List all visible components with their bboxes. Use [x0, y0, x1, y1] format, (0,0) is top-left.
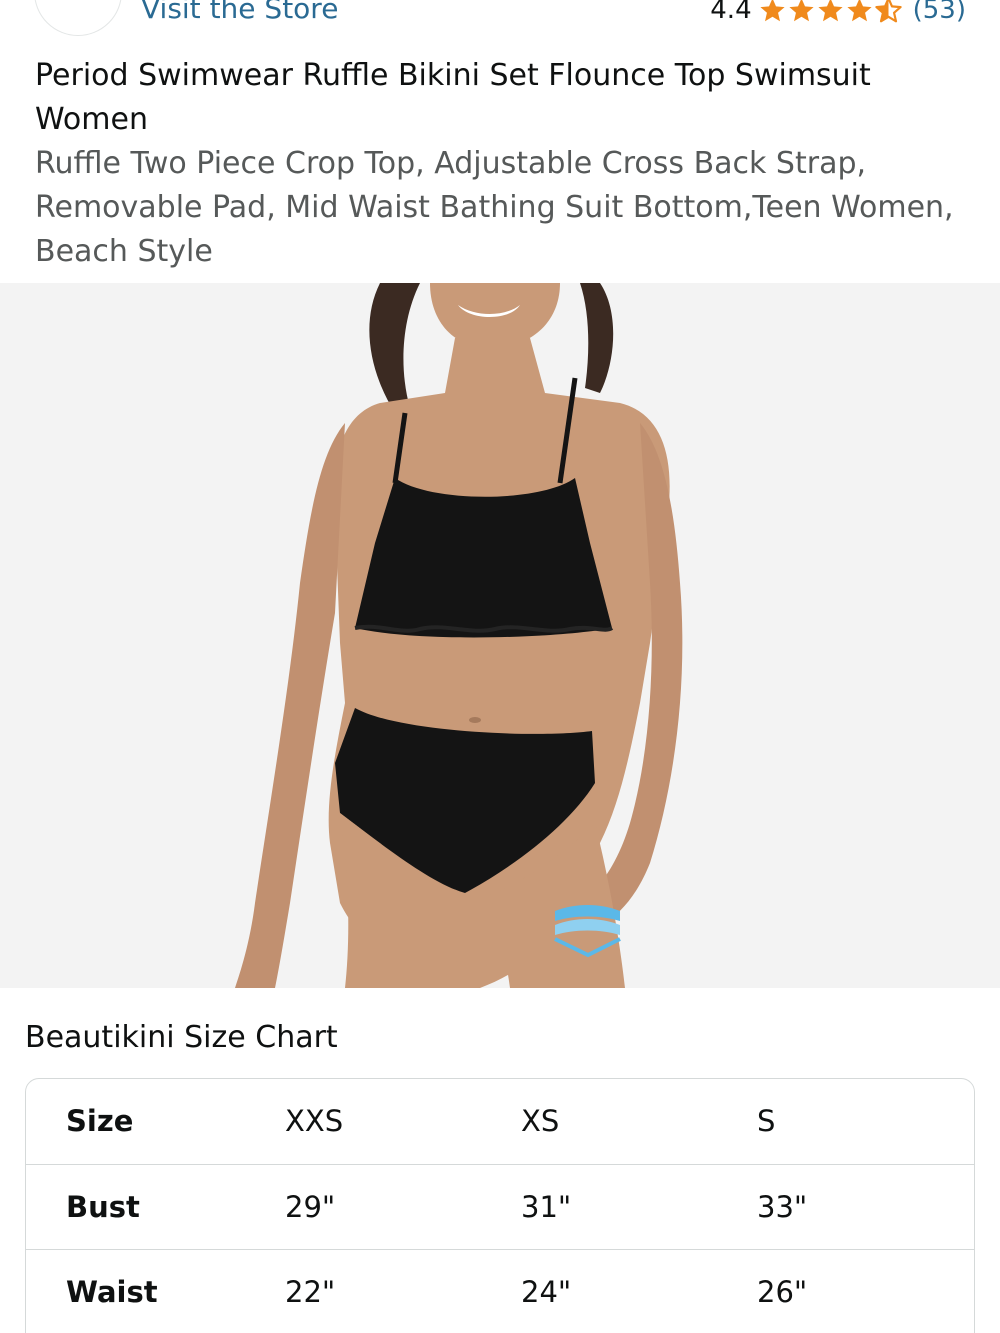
star-full-icon [760, 0, 785, 21]
bust-xxs: 29" [285, 1190, 336, 1224]
row-label-size: Size [66, 1104, 134, 1138]
star-half-icon [874, 0, 902, 22]
row-label-bust: Bust [66, 1190, 140, 1224]
model-illustration [0, 283, 1000, 988]
product-detail-page: Visit the Store 4.4 (53) Period Swimwear… [0, 0, 1000, 1333]
size-chart-table: Size XXS XS S Bust 29" 31" 33" Waist 22"… [25, 1078, 975, 1333]
star-full-icon [847, 0, 872, 21]
product-image[interactable] [0, 283, 1000, 988]
bust-xs: 31" [521, 1190, 572, 1224]
size-chart-row-size: Size XXS XS S [26, 1079, 974, 1163]
size-xxs: XXS [285, 1104, 344, 1138]
row-label-waist: Waist [66, 1275, 158, 1309]
star-full-icon [789, 0, 814, 21]
bust-s: 33" [757, 1190, 808, 1224]
visit-store-link[interactable]: Visit the Store [141, 0, 338, 25]
star-full-icon [818, 0, 843, 21]
size-chart-row-bust: Bust 29" 31" 33" [26, 1164, 974, 1249]
product-title: Period Swimwear Ruffle Bikini Set Flounc… [35, 58, 871, 137]
size-chart-heading: Beautikini Size Chart [25, 1020, 338, 1055]
waist-xs: 24" [521, 1275, 572, 1309]
product-subtitle: Ruffle Two Piece Crop Top, Adjustable Cr… [35, 146, 954, 269]
waist-s: 26" [757, 1275, 808, 1309]
size-chart-row-waist: Waist 22" 24" 26" [26, 1249, 974, 1333]
rating-value: 4.4 [710, 0, 752, 25]
size-s: S [757, 1104, 776, 1138]
waist-xxs: 22" [285, 1275, 336, 1309]
star-rating [758, 0, 903, 25]
size-xs: XS [521, 1104, 560, 1138]
rating-summary[interactable]: 4.4 (53) [710, 0, 966, 25]
rating-count-link[interactable]: (53) [913, 0, 966, 25]
store-logo[interactable] [34, 0, 122, 36]
